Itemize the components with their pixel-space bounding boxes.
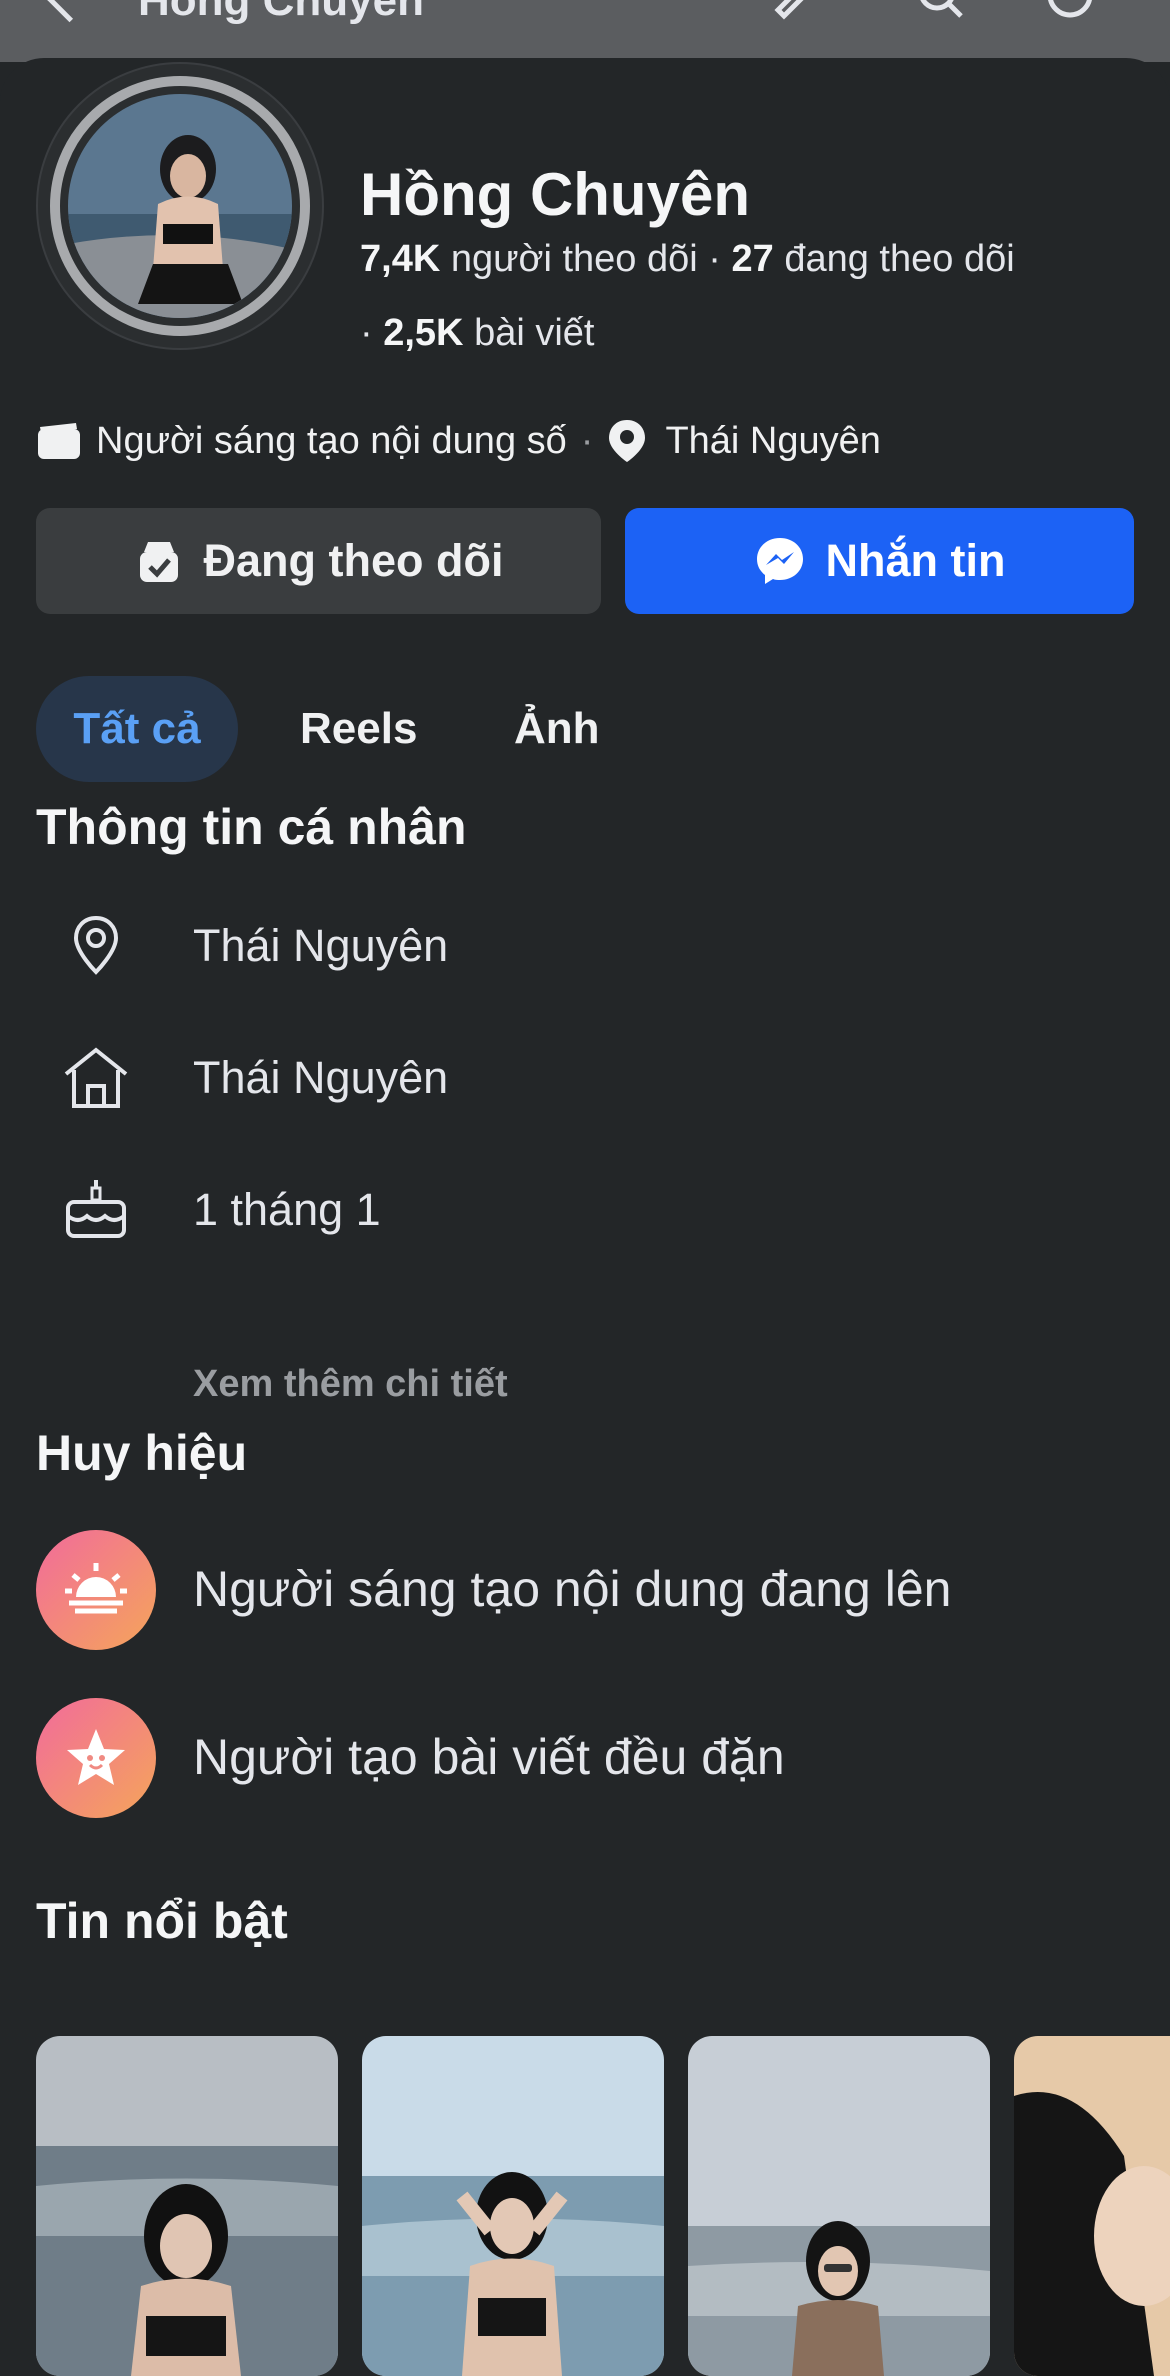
about-item-hometown: Thái Nguyên <box>0 1038 1170 1118</box>
badge-text[interactable]: Người sáng tạo nội dung đang lên <box>193 1560 951 1618</box>
top-navigation-bar: Hồng Chuyên <box>0 0 1170 62</box>
story-highlight[interactable] <box>36 2036 338 2376</box>
avatar-photo <box>68 94 292 318</box>
badge-rising-creator[interactable] <box>36 1530 156 1650</box>
edit-icon[interactable] <box>770 0 820 20</box>
profile-category: Người sáng tạo nội dung số <box>96 419 567 462</box>
about-item-location: Thái Nguyên <box>0 906 1170 986</box>
following-button[interactable]: Đang theo dõi <box>36 508 601 614</box>
messenger-icon <box>756 538 803 584</box>
story-thumbnail <box>362 2036 664 2376</box>
star-icon <box>67 1729 125 1785</box>
badge-consistent-poster[interactable] <box>36 1698 156 1818</box>
separator-dot: · <box>708 238 732 280</box>
story-highlight[interactable] <box>362 2036 664 2376</box>
back-arrow-icon[interactable] <box>44 0 95 23</box>
follow-stats: 7,4K người theo dõi · 27 đang theo dõi <box>360 238 1015 281</box>
avatar[interactable] <box>36 62 324 350</box>
following-check-icon <box>139 542 178 582</box>
header-title: Hồng Chuyên <box>138 0 424 25</box>
tab-photos[interactable]: Ảnh <box>514 676 600 782</box>
about-item-text: 1 tháng 1 <box>193 1184 381 1235</box>
followers-count[interactable]: 7,4K <box>360 238 440 280</box>
message-button[interactable]: Nhắn tin <box>625 508 1134 614</box>
story-thumbnail <box>36 2036 338 2376</box>
story-highlight[interactable] <box>1014 2036 1170 2376</box>
about-item-text[interactable]: Thái Nguyên <box>193 1052 448 1104</box>
posts-count: 2,5K <box>383 312 464 354</box>
story-thumbnail <box>1014 2036 1170 2376</box>
location-pin-icon <box>73 915 119 975</box>
clapperboard-icon <box>38 423 80 459</box>
profile-meta: Người sáng tạo nội dung số · Thái Nguyên <box>36 418 881 464</box>
posts-label: bài viết <box>474 312 595 354</box>
more-options-icon[interactable] <box>1045 0 1095 20</box>
following-button-label: Đang theo dõi <box>203 535 504 586</box>
location-pin-icon <box>609 420 646 462</box>
story-highlight[interactable] <box>688 2036 990 2376</box>
message-button-label: Nhắn tin <box>825 535 1006 586</box>
separator-dot: · <box>360 312 384 354</box>
about-section-title: Thông tin cá nhân <box>36 799 467 855</box>
tab-reels[interactable]: Reels <box>300 676 417 782</box>
see-more-details-link[interactable]: Xem thêm chi tiết <box>193 1363 508 1406</box>
badges-section-title: Huy hiệu <box>36 1425 248 1481</box>
post-stats: · 2,5K bài viết <box>360 312 594 355</box>
following-count[interactable]: 27 <box>731 238 773 280</box>
about-item-text[interactable]: Thái Nguyên <box>193 920 448 972</box>
profile-name: Hồng Chuyên <box>360 161 750 228</box>
search-icon[interactable] <box>915 0 965 20</box>
profile-location[interactable]: Thái Nguyên <box>665 420 880 463</box>
separator-dot: · <box>580 419 594 462</box>
profile-sheet: Hồng Chuyên 7,4K người theo dõi · 27 đan… <box>0 58 1170 2376</box>
followers-label[interactable]: người theo dõi <box>451 238 698 280</box>
tab-all[interactable]: Tất cả <box>36 676 238 782</box>
badge-text[interactable]: Người tạo bài viết đều đặn <box>193 1728 785 1786</box>
sunrise-icon <box>65 1563 127 1614</box>
following-label[interactable]: đang theo dõi <box>784 238 1014 280</box>
home-icon <box>64 1047 128 1108</box>
birthday-cake-icon <box>66 1180 126 1238</box>
story-thumbnail <box>688 2036 990 2376</box>
highlights-section-title: Tin nổi bật <box>36 1893 288 1949</box>
about-item-birthday: 1 tháng 1 <box>0 1170 1170 1250</box>
